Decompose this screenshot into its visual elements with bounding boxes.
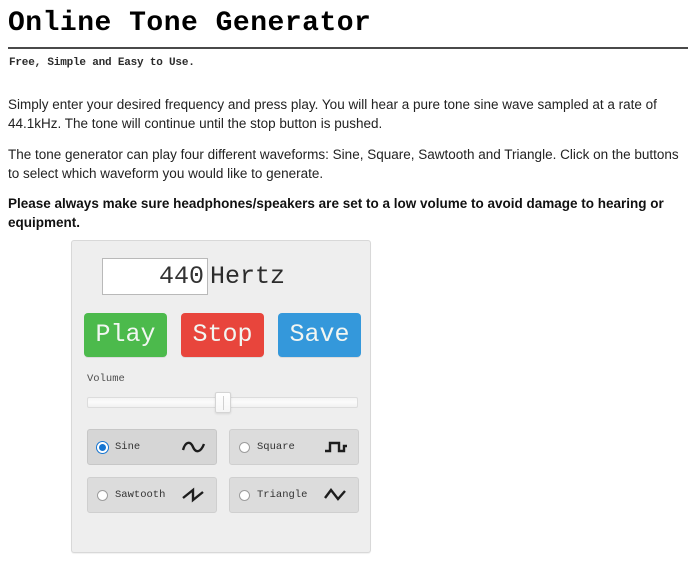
volume-slider-thumb[interactable] [215,392,231,413]
square-wave-icon [325,441,347,453]
volume-warning: Please always make sure headphones/speak… [8,195,664,230]
waveform-option-sine[interactable]: Sine [87,429,217,465]
waveform-option-square[interactable]: Square [229,429,359,465]
waveform-label-triangle: Triangle [257,489,308,501]
stop-button[interactable]: Stop [181,313,264,357]
radio-sine[interactable] [97,441,108,453]
play-button[interactable]: Play [84,313,167,357]
intro-paragraph-2: The tone generator can play four differe… [8,146,679,181]
waveform-label-sine: Sine [115,441,141,453]
waveform-label-square: Square [257,441,295,453]
triangle-wave-icon [324,488,346,501]
waveform-label-sawtooth: Sawtooth [115,489,166,501]
waveform-selector: Sine Square Sawtooth Triangle [87,429,359,513]
radio-sawtooth[interactable] [97,489,108,501]
radio-triangle[interactable] [239,489,250,501]
waveform-option-sawtooth[interactable]: Sawtooth [87,477,217,513]
header-divider [8,47,688,50]
volume-label: Volume [87,373,125,385]
frequency-input[interactable] [102,258,208,295]
tone-generator-panel: Hertz Play Stop Save Volume Sine Square … [71,240,371,553]
sine-wave-icon [181,441,206,453]
frequency-row: Hertz [102,258,370,295]
intro-paragraph-1: Simply enter your desired frequency and … [8,97,657,132]
volume-slider[interactable] [87,392,358,413]
intro-section: Simply enter your desired frequency and … [8,95,686,232]
radio-square[interactable] [239,441,250,453]
page-title: Online Tone Generator [8,8,372,39]
tagline: Free, Simple and Easy to Use. [9,57,195,70]
page-container: Online Tone Generator Free, Simple and E… [0,0,700,232]
waveform-option-triangle[interactable]: Triangle [229,477,359,513]
frequency-unit-label: Hertz [210,262,286,291]
sawtooth-wave-icon [182,487,204,503]
save-button[interactable]: Save [278,313,361,357]
transport-buttons: Play Stop Save [84,313,370,357]
